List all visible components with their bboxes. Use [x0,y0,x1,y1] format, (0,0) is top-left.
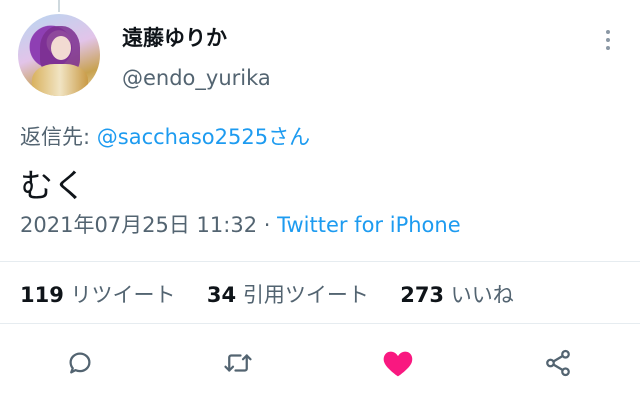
avatar[interactable] [18,14,100,96]
reply-prefix: 返信先: [20,125,97,149]
tweet-source-link[interactable]: Twitter for iPhone [277,213,461,237]
divider-bottom [0,323,640,324]
display-name[interactable]: 遠藤ゆりか [122,22,227,52]
like-button[interactable] [378,343,418,383]
likes-label: いいね [450,283,514,307]
reply-button[interactable] [60,343,100,383]
divider-top [0,261,640,262]
likes-count: 273 [400,283,445,307]
avatar-face [51,36,71,60]
tweet-text: むく [20,166,86,205]
thread-connector-line [58,0,60,12]
share-button[interactable] [538,343,578,383]
retweet-button[interactable] [218,343,258,383]
quotes-stat[interactable]: 34 引用ツイート [207,283,369,307]
likes-stat[interactable]: 273 いいね [400,283,514,307]
retweets-stat[interactable]: 119 リツイート [20,283,176,307]
retweet-icon [224,354,252,372]
more-options-icon[interactable] [600,30,616,52]
quotes-count: 34 [206,283,237,307]
meta-separator: · [257,213,278,237]
reply-mention-link[interactable]: @sacchaso2525さん [97,125,310,149]
quotes-label: 引用ツイート [242,283,369,307]
share-icon [546,349,570,377]
tweet-meta: 2021年07月25日 11:32 · Twitter for iPhone [20,209,461,239]
reply-icon [69,352,91,374]
retweets-label: リツイート [70,283,176,307]
tweet-timestamp[interactable]: 2021年07月25日 11:32 [20,213,257,237]
user-handle[interactable]: @endo_yurika [122,66,271,90]
retweets-count: 119 [20,283,64,307]
reply-to-line: 返信先: @sacchaso2525さん [20,121,310,151]
tweet-stats: 119 リツイート 34 引用ツイート 273 いいね [20,279,514,309]
heart-icon [383,351,413,377]
avatar-body [32,64,88,96]
